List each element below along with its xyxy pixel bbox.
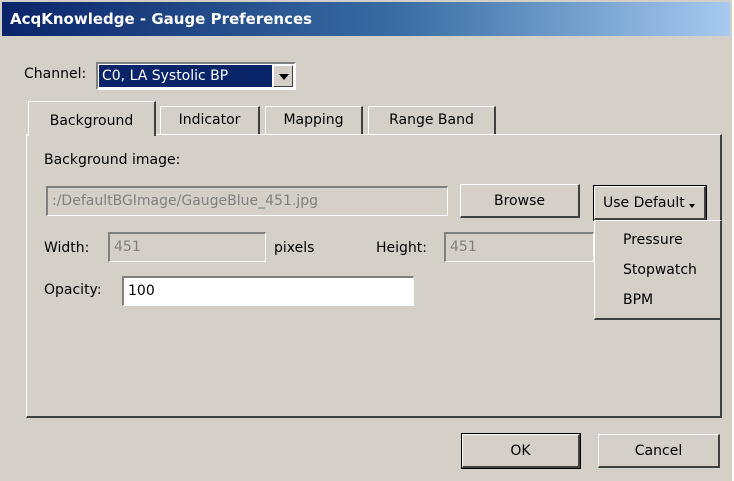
tab-range-band[interactable]: Range Band xyxy=(368,106,496,135)
menu-item-stopwatch[interactable]: Stopwatch xyxy=(595,255,720,285)
opacity-label: Opacity: xyxy=(44,282,102,298)
menu-item-pressure[interactable]: Pressure xyxy=(595,225,720,255)
tab-background[interactable]: Background xyxy=(28,101,156,136)
title-bar: AcqKnowledge - Gauge Preferences xyxy=(2,2,730,36)
chevron-down-icon[interactable] xyxy=(273,65,293,87)
channel-label: Channel: xyxy=(24,66,87,82)
height-label: Height: xyxy=(376,240,427,256)
channel-select[interactable]: C0, LA Systolic BP xyxy=(96,62,296,90)
cancel-button[interactable]: Cancel xyxy=(598,434,720,468)
height-field: 451 xyxy=(444,232,594,262)
use-default-menu: Pressure Stopwatch BPM xyxy=(594,220,722,320)
background-image-path-field: :/DefaultBGImage/GaugeBlue_451.jpg xyxy=(46,186,448,216)
ok-button[interactable]: OK xyxy=(461,433,581,469)
tab-indicator[interactable]: Indicator xyxy=(160,106,260,135)
dialog-window: AcqKnowledge - Gauge Preferences Channel… xyxy=(0,0,732,481)
channel-select-value: C0, LA Systolic BP xyxy=(99,65,272,87)
opacity-field[interactable]: 100 xyxy=(122,276,414,306)
background-image-label: Background image: xyxy=(44,152,181,168)
browse-button[interactable]: Browse xyxy=(460,184,580,218)
chevron-down-icon xyxy=(689,204,696,208)
width-field: 451 xyxy=(108,232,266,262)
menu-item-bpm[interactable]: BPM xyxy=(595,285,720,315)
pixels-label: pixels xyxy=(274,240,315,256)
tab-mapping[interactable]: Mapping xyxy=(265,106,363,135)
width-label: Width: xyxy=(44,240,90,256)
use-default-button[interactable]: Use Default xyxy=(593,185,707,221)
use-default-label: Use Default xyxy=(603,195,685,211)
